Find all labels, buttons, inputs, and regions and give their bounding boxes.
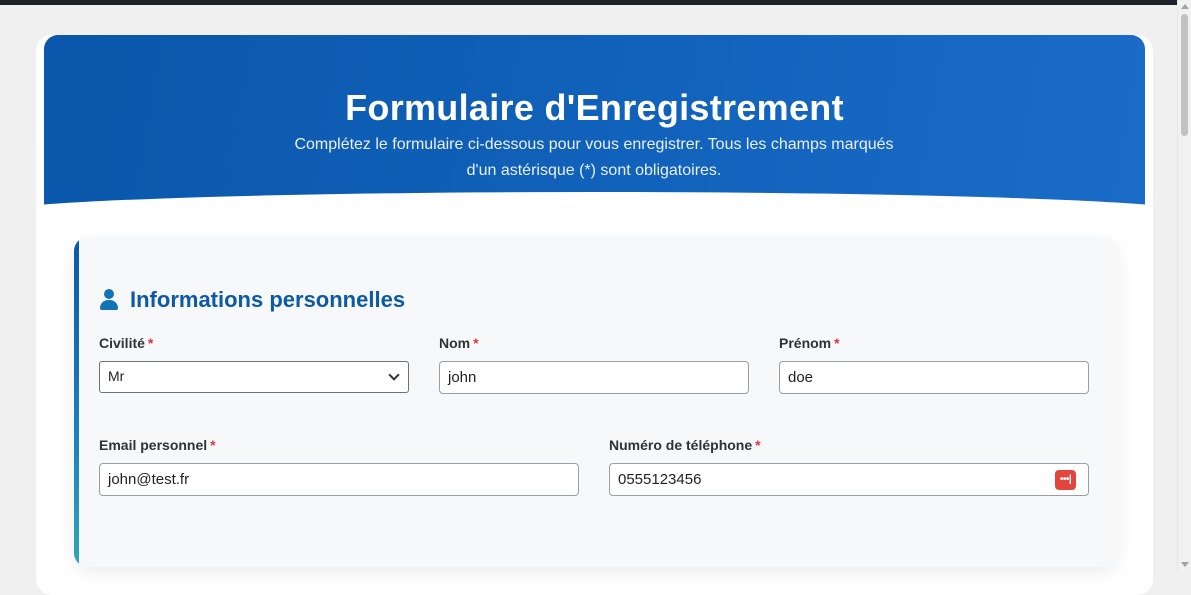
email-value: john@test.fr [108, 471, 190, 488]
civilite-select[interactable]: Mr [99, 361, 409, 393]
prenom-field: Prénom * doe [779, 334, 1089, 394]
personal-info-section: Informations personnelles Civilité * Mr N… [74, 237, 1118, 567]
telephone-input[interactable]: 0555123456 •••| [609, 463, 1089, 496]
browser-top-bar [0, 0, 1177, 5]
section-title: Informations personnelles [130, 287, 406, 312]
prenom-value: doe [788, 369, 814, 386]
civilite-field: Civilité * Mr [99, 334, 409, 393]
required-asterisk: * [210, 437, 216, 453]
telephone-value: 0555123456 [618, 471, 702, 488]
email-label: Email personnel * [99, 437, 216, 453]
nom-label: Nom * [439, 335, 479, 351]
section-heading: Informations personnelles [99, 285, 405, 315]
scroll-thumb[interactable] [1181, 14, 1188, 136]
scroll-down-arrow-icon[interactable] [1181, 562, 1189, 567]
page-title: Formulaire d'Enregistrement [345, 87, 844, 128]
prenom-label: Prénom * [779, 335, 840, 351]
required-asterisk: * [147, 335, 154, 351]
chevron-down-icon [388, 369, 400, 381]
header-curve [44, 192, 1145, 211]
telephone-field: Numéro de téléphone * 0555123456 •••| [609, 436, 1089, 496]
page-subtitle: Complétez le formulaire ci-dessous pour … [294, 136, 894, 179]
required-asterisk: * [473, 335, 479, 351]
nom-field: Nom * john [439, 334, 749, 394]
required-asterisk: * [755, 437, 761, 453]
scroll-up-arrow-icon[interactable] [1181, 4, 1189, 9]
telephone-label: Numéro de téléphone * [609, 437, 761, 453]
civilite-label: Civilité * [99, 335, 154, 351]
page-scrollbar[interactable] [1177, 0, 1191, 572]
registration-card: Formulaire d'Enregistrement Complétez le… [36, 35, 1153, 595]
prenom-input[interactable]: doe [779, 361, 1089, 394]
nom-input[interactable]: john [439, 361, 749, 394]
section-accent-bar [74, 237, 79, 567]
form-header: Formulaire d'Enregistrement Complétez le… [44, 35, 1145, 211]
civilite-value: Mr [108, 368, 125, 384]
nom-value: john [448, 369, 477, 386]
email-field: Email personnel * john@test.fr [99, 436, 579, 496]
email-input[interactable]: john@test.fr [99, 463, 579, 496]
password-manager-icon[interactable]: •••| [1055, 470, 1076, 490]
user-icon [99, 289, 119, 311]
required-asterisk: * [834, 335, 840, 351]
